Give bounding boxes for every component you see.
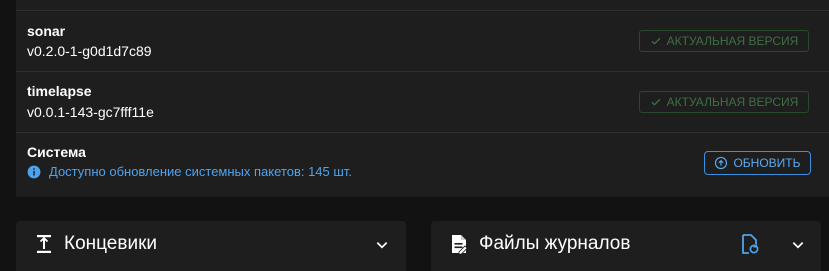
status-label: АКТУАЛЬНАЯ ВЕРСИЯ xyxy=(666,95,799,109)
update-icon xyxy=(715,156,728,170)
status-label: АКТУАЛЬНАЯ ВЕРСИЯ xyxy=(666,34,799,48)
info-icon xyxy=(27,165,41,178)
up-to-date-chip: АКТУАЛЬНАЯ ВЕРСИЯ xyxy=(639,91,809,113)
panel-title: Концевики xyxy=(64,233,157,254)
chevron-down-icon[interactable] xyxy=(790,237,806,253)
log-file-icon xyxy=(452,235,468,254)
up-to-date-chip: АКТУАЛЬНАЯ ВЕРСИЯ xyxy=(639,30,809,52)
panel-title: Файлы журналов xyxy=(479,233,631,254)
software-updates-card: sonar v0.2.0-1-g0d1d7c89 АКТУАЛЬНАЯ ВЕРС… xyxy=(16,0,829,197)
log-files-panel: Файлы журналов xyxy=(431,221,821,271)
check-icon xyxy=(651,37,661,45)
endstops-panel: Концевики xyxy=(16,221,406,271)
component-version: v0.2.0-1-g0d1d7c89 xyxy=(27,43,152,59)
update-row-sonar: sonar v0.2.0-1-g0d1d7c89 АКТУАЛЬНАЯ ВЕРС… xyxy=(16,10,829,72)
update-system-button[interactable]: ОБНОВИТЬ xyxy=(704,151,811,175)
component-name: Система xyxy=(27,144,86,160)
system-packages-info: Доступно обновление системных пакетов: 1… xyxy=(27,164,352,179)
info-text: Доступно обновление системных пакетов: 1… xyxy=(49,164,352,179)
chevron-down-icon[interactable] xyxy=(374,237,390,253)
component-name: timelapse xyxy=(27,83,92,99)
endstop-icon xyxy=(37,235,51,253)
component-version: v0.0.1-143-gc7fff11e xyxy=(27,104,154,120)
update-row-timelapse: timelapse v0.0.1-143-gc7fff11e АКТУАЛЬНА… xyxy=(16,71,829,133)
update-button-label: ОБНОВИТЬ xyxy=(733,156,801,170)
component-name: sonar xyxy=(27,23,66,39)
file-refresh-icon[interactable] xyxy=(741,234,759,254)
check-icon xyxy=(651,98,661,106)
